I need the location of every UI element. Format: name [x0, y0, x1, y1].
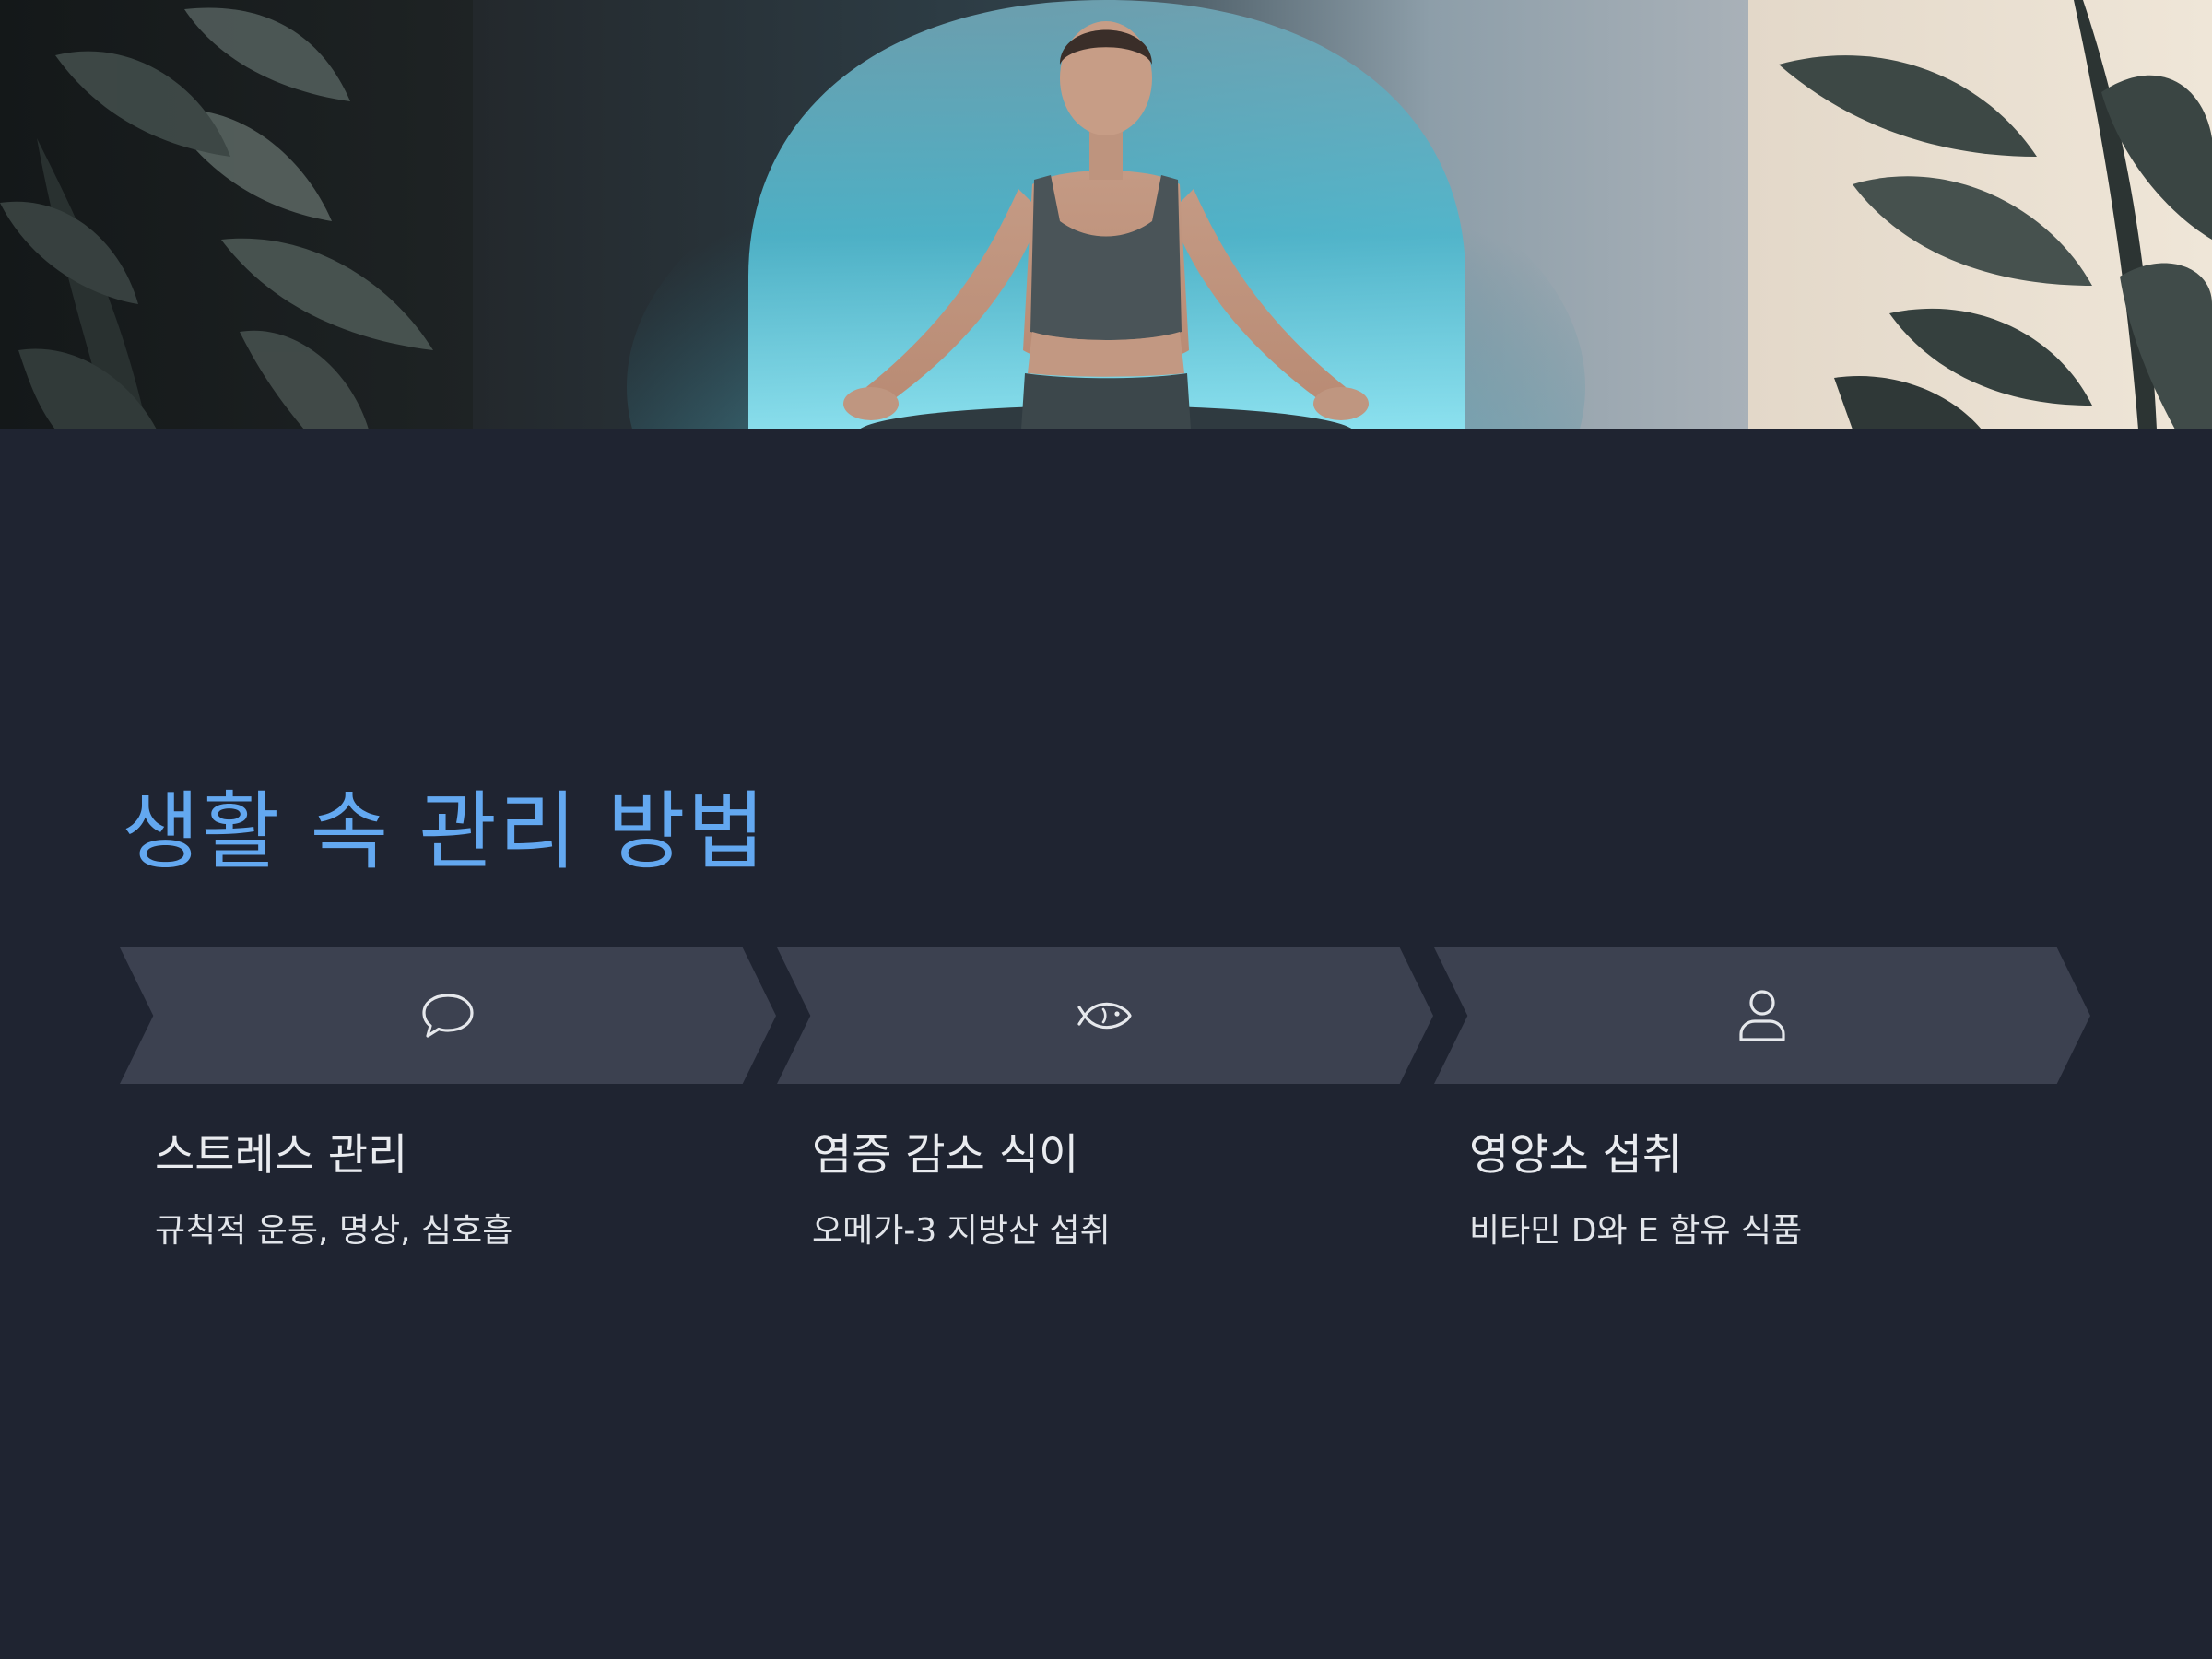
step-3-chevron: [1434, 947, 2090, 1084]
speech-bubble-icon: [420, 988, 476, 1043]
step-1-description: 규칙적 운동, 명상, 심호흡: [155, 1212, 513, 1250]
step-2-title: 염증 감소 식이: [812, 1130, 1079, 1181]
hero-image: [0, 0, 2212, 429]
step-3-description: 비타민 D와 E 함유 식품: [1469, 1212, 1803, 1250]
person-icon: [1735, 988, 1790, 1043]
slide-page: 생활 속 관리 방법 스트레스 관리 규칙적 운동, 명상, 심호흡 염증 감소…: [0, 0, 2212, 1659]
step-2-chevron: [777, 947, 1433, 1084]
step-1-chevron: [120, 947, 776, 1084]
fish-icon: [1077, 988, 1133, 1043]
section-title: 생활 속 관리 방법: [122, 782, 768, 881]
step-3-title: 영양소 섭취: [1469, 1130, 1683, 1181]
step-1-title: 스트레스 관리: [155, 1130, 408, 1181]
step-2-description: 오메가-3 지방산 섭취: [812, 1212, 1111, 1250]
